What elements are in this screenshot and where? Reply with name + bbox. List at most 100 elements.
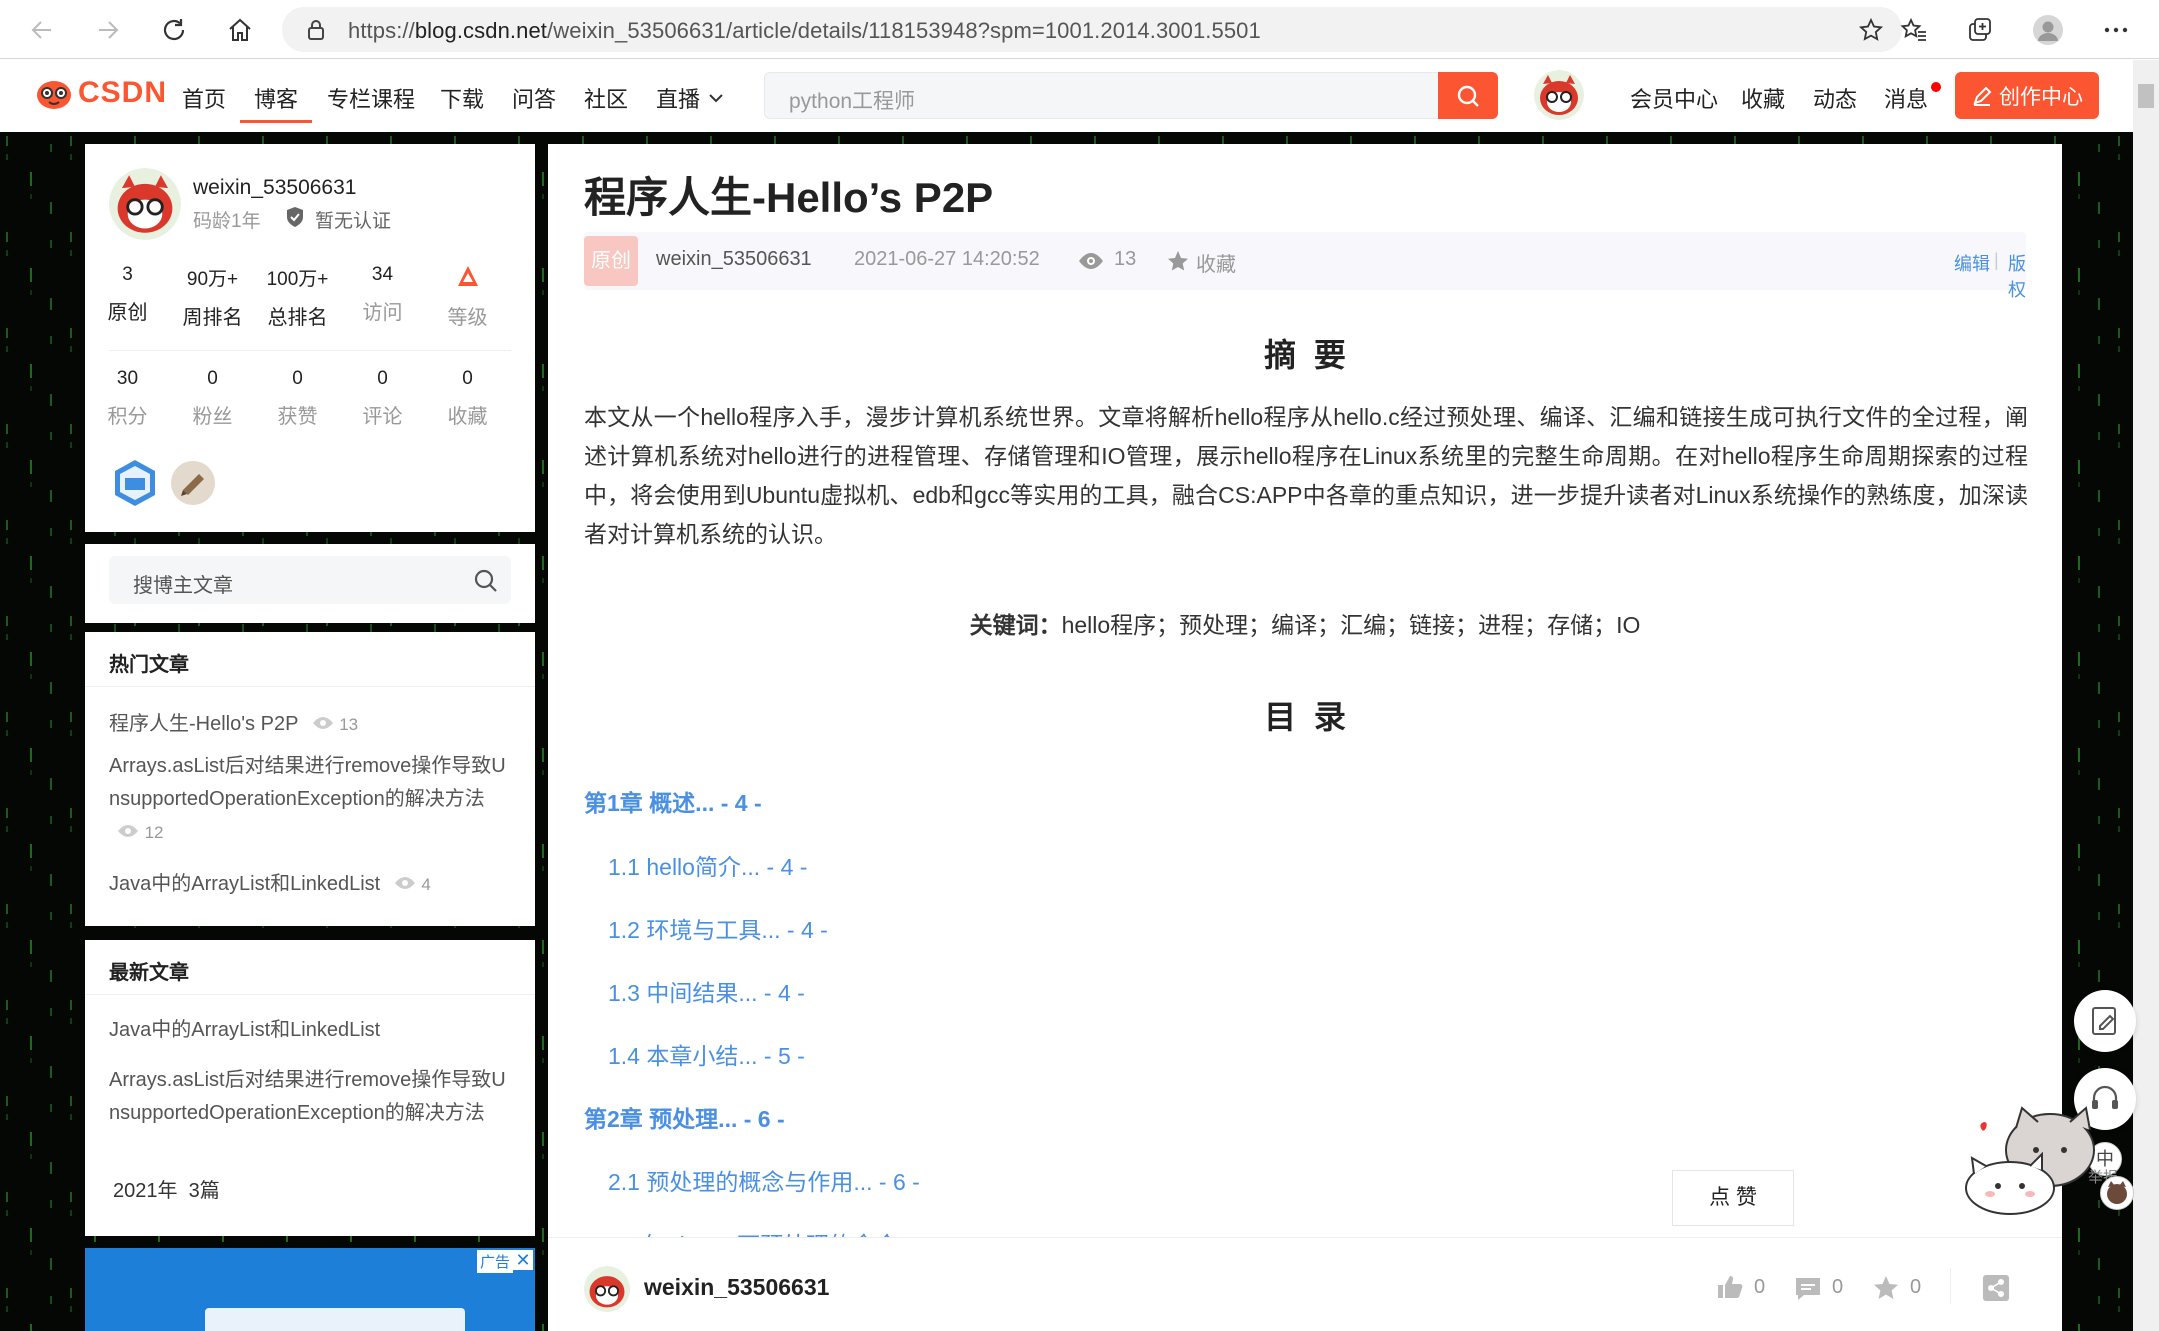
chevron-down-icon[interactable] (708, 93, 724, 103)
scrollbar-thumb[interactable] (2138, 84, 2154, 108)
author-avatar[interactable] (584, 1266, 630, 1312)
stat-visits[interactable]: 34 访问 (340, 264, 425, 330)
forward-icon[interactable] (86, 8, 130, 52)
divider (85, 994, 535, 995)
write-note-button[interactable] (2074, 990, 2136, 1052)
divider (109, 350, 511, 351)
search-icon[interactable] (473, 568, 499, 594)
like-tooltip: 点 赞 (1672, 1170, 1794, 1226)
cat-icon (2107, 1181, 2127, 1204)
favorites-icon[interactable] (1892, 8, 1936, 52)
stat-original[interactable]: 3 原创 (85, 264, 170, 330)
article-author[interactable]: weixin_53506631 (656, 248, 812, 271)
profile-username[interactable]: weixin_53506631 (193, 176, 356, 200)
comment-count: 0 (1832, 1276, 1844, 1298)
list-item[interactable]: Arrays.asList后对结果进行remove操作导致Unsupported… (109, 1064, 515, 1130)
back-icon[interactable] (20, 8, 64, 52)
profile-age: 码龄1年 (193, 211, 261, 232)
create-center-button[interactable]: 创作中心 (1955, 72, 2099, 119)
nav-member-center[interactable]: 会员中心 (1630, 82, 1718, 114)
nav-messages[interactable]: 消息 (1884, 82, 1928, 114)
csdn-logo[interactable]: CSDN (34, 76, 167, 110)
views-icon (118, 825, 138, 837)
ad-banner[interactable]: 广告 ✕ (85, 1248, 535, 1331)
refresh-icon[interactable] (152, 8, 196, 52)
notification-dot (1931, 82, 1941, 92)
hot-articles-card: 热门文章 程序人生-Hello's P2P 13 Arrays.asList后对… (85, 632, 535, 926)
archive-link[interactable]: 2021年 3篇 (113, 1174, 220, 1203)
toc-heading: 目 录 (1264, 699, 1346, 735)
stat-points[interactable]: 30 积分 (85, 368, 170, 429)
edit-note-icon (2092, 1007, 2116, 1035)
article-date: 2021-06-27 14:20:52 (854, 248, 1040, 270)
bottom-author-name[interactable]: weixin_53506631 (644, 1274, 829, 1301)
article-meta-bar: 原创 weixin_53506631 2021-06-27 14:20:52 1… (584, 232, 2026, 300)
stat-total-rank[interactable]: 100万+ 总排名 (255, 264, 340, 330)
nav-item-home[interactable]: 首页 (182, 82, 226, 114)
nav-activity[interactable]: 动态 (1813, 82, 1857, 114)
nav-item-courses[interactable]: 专栏课程 (327, 82, 415, 114)
toc-link[interactable]: 2.1 预处理的概念与作用... - 6 - (608, 1163, 920, 1197)
nav-item-qa[interactable]: 问答 (512, 82, 556, 114)
nav-favorites[interactable]: 收藏 (1741, 82, 1785, 114)
user-avatar[interactable] (1534, 70, 1584, 120)
views-icon (1079, 253, 1103, 269)
list-item[interactable]: Java中的ArrayList和LinkedList 4 (109, 868, 515, 901)
list-item[interactable]: Java中的ArrayList和LinkedList (109, 1014, 515, 1047)
nav-item-live[interactable]: 直播 (656, 82, 700, 114)
cat-face-button[interactable] (2100, 1176, 2134, 1210)
article-views: 13 (1114, 248, 1137, 270)
list-item[interactable]: Arrays.asList后对结果进行remove操作导致Unsupported… (109, 750, 515, 849)
stat-level[interactable]: 等级 (425, 264, 510, 330)
page-scrollbar[interactable] (2133, 60, 2159, 1331)
list-item[interactable]: 程序人生-Hello's P2P 13 (109, 708, 515, 741)
active-nav-underline (240, 120, 312, 123)
stat-collects[interactable]: 0 收藏 (425, 368, 510, 429)
star-icon[interactable] (1166, 249, 1190, 273)
toc-link[interactable]: 1.2 环境与工具... - 4 - (608, 911, 828, 945)
stat-comments[interactable]: 0 评论 (340, 368, 425, 429)
url-text: https://blog.csdn.net/weixin_53506631/ar… (348, 18, 1261, 43)
home-icon[interactable] (218, 8, 262, 52)
profile-avatar[interactable] (109, 168, 181, 240)
edit-link[interactable]: 编辑 (1954, 250, 1990, 276)
badge-blog-icon[interactable] (111, 458, 159, 508)
toc-link[interactable]: 1.3 中间结果... - 4 - (608, 974, 805, 1008)
search-button[interactable] (1438, 72, 1498, 119)
hot-articles-title: 热门文章 (109, 654, 189, 676)
stat-fans[interactable]: 0 粉丝 (170, 368, 255, 429)
views-icon (394, 877, 415, 889)
profile-stats-row2: 30 积分 0 粉丝 0 获赞 0 评论 0 收藏 (85, 368, 535, 429)
toc-link[interactable]: 1.4 本章小结... - 5 - (608, 1037, 805, 1071)
stat-week-rank[interactable]: 90万+ 周排名 (170, 264, 255, 330)
toc-link[interactable]: 第2章 预处理... - 6 - (584, 1100, 785, 1134)
toc-link[interactable]: 第1章 概述... - 4 - (584, 784, 762, 818)
divider (85, 686, 535, 687)
nav-item-download[interactable]: 下载 (440, 82, 484, 114)
toc-link[interactable]: 1.1 hello简介... - 4 - (608, 848, 807, 882)
collections-icon[interactable] (1958, 8, 2002, 52)
thumbs-up-icon[interactable] (1716, 1274, 1744, 1300)
profile-cert: 暂无认证 (315, 211, 392, 232)
copyright-link[interactable]: 版权 (2008, 250, 2026, 302)
stat-likes[interactable]: 0 获赞 (255, 368, 340, 429)
nav-item-community[interactable]: 社区 (584, 82, 628, 114)
star-icon[interactable] (1872, 1274, 1900, 1302)
article-fav[interactable]: 收藏 (1196, 248, 1236, 277)
more-menu-icon[interactable] (2094, 8, 2138, 52)
address-bar[interactable]: https://blog.csdn.net/weixin_53506631/ar… (282, 7, 1902, 52)
share-icon[interactable] (1982, 1274, 2010, 1302)
site-header: CSDN 首页 博客 专栏课程 下载 问答 社区 直播 python工程师 会员… (0, 60, 2159, 132)
add-favorite-icon[interactable] (1858, 17, 1884, 43)
search-input[interactable]: python工程师 (764, 72, 1498, 119)
article-container: 程序人生-Hello’s P2P 原创 weixin_53506631 2021… (548, 144, 2062, 1331)
comment-icon[interactable] (1794, 1276, 1822, 1302)
ad-label: 广告 (476, 1250, 513, 1273)
badge-pen-icon[interactable] (169, 458, 217, 508)
latest-articles-title: 最新文章 (109, 962, 189, 984)
nav-item-blog[interactable]: 博客 (254, 82, 298, 114)
close-icon[interactable]: ✕ (513, 1250, 533, 1270)
sidebar-search-input[interactable]: 搜博主文章 (109, 556, 511, 604)
search-icon (1457, 85, 1479, 107)
profile-avatar-icon[interactable] (2026, 8, 2070, 52)
